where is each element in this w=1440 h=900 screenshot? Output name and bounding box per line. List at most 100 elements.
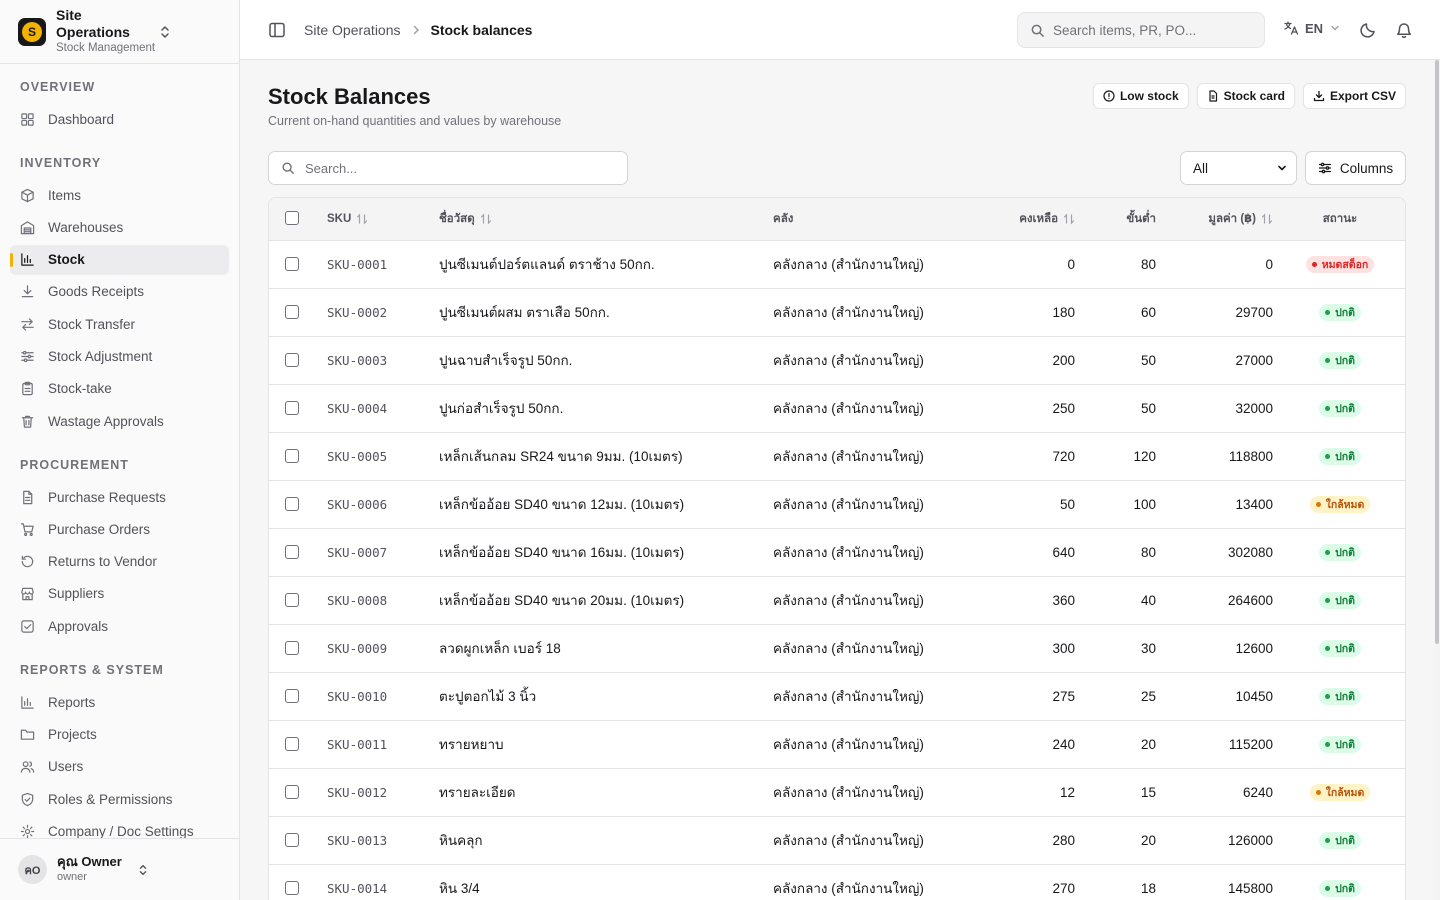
sidebar-item-warehouses[interactable]: Warehouses <box>10 212 229 242</box>
sidebar-item-company-doc-settings[interactable]: Company / Doc Settings <box>10 816 229 838</box>
row-checkbox[interactable] <box>285 688 299 703</box>
sidebar-item-items[interactable]: Items <box>10 180 229 210</box>
sidebar-item-purchase-requests[interactable]: Purchase Requests <box>10 482 229 512</box>
table-row[interactable]: SKU-0002 ปูนซีเมนต์ผสม ตราเสือ 50กก. คลั… <box>269 288 1405 337</box>
status-filter-select[interactable]: All <box>1180 151 1297 185</box>
export-csv-button[interactable]: Export CSV <box>1302 83 1406 109</box>
low-stock-button[interactable]: Low stock <box>1092 83 1189 109</box>
table-row[interactable]: SKU-0003 ปูนฉาบสำเร็จรูป 50กก. คลังกลาง … <box>269 336 1405 385</box>
table-search-input[interactable]: Search... <box>268 151 628 185</box>
chevron-up-down-icon[interactable] <box>136 863 150 877</box>
row-checkbox[interactable] <box>285 832 299 847</box>
moon-icon[interactable] <box>1359 21 1377 39</box>
sort-onhand-header[interactable]: คงเหลือ <box>1019 210 1075 228</box>
table-row[interactable]: SKU-0006 เหล็กข้ออ้อย SD40 ขนาด 12มม. (1… <box>269 480 1405 529</box>
row-checkbox[interactable] <box>285 544 299 559</box>
table-row[interactable]: SKU-0004 ปูนก่อสำเร็จรูป 50กก. คลังกลาง … <box>269 384 1405 433</box>
sidebar-item-roles-permissions[interactable]: Roles & Permissions <box>10 784 229 814</box>
sku-cell: SKU-0010 <box>327 688 388 704</box>
row-checkbox[interactable] <box>285 256 299 271</box>
status-dot <box>1315 502 1321 507</box>
sidebar-item-wastage-approvals[interactable]: Wastage Approvals <box>10 406 229 436</box>
sidebar-nav: OVERVIEW Dashboard INVENTORY Items Warehouse… <box>0 64 239 838</box>
sidebar-item-users[interactable]: Users <box>10 752 229 782</box>
sidebar-item-stock[interactable]: Stock <box>10 244 229 275</box>
chevron-up-down-icon[interactable] <box>157 24 173 40</box>
table-row[interactable]: SKU-0005 เหล็กเส้นกลม SR24 ขนาด 9มม. (10… <box>269 432 1405 481</box>
sidebar-item-stock-adjustment[interactable]: Stock Adjustment <box>10 341 229 371</box>
language-switcher[interactable]: EN <box>1283 20 1341 36</box>
sort-sku-header[interactable]: SKU <box>327 213 368 225</box>
stock-card-button[interactable]: Stock card <box>1196 83 1295 109</box>
sidebar-item-reports[interactable]: Reports <box>10 687 229 717</box>
on-hand-cell: 275 <box>1052 688 1075 704</box>
row-checkbox[interactable] <box>285 448 299 463</box>
sidebar-item-projects[interactable]: Projects <box>10 720 229 750</box>
table-row[interactable]: SKU-0012 ทรายละเอียด คลังกลาง (สำนักงานใ… <box>269 768 1405 817</box>
nav-section-title: OVERVIEW <box>20 80 96 94</box>
sort-value-header[interactable]: มูลค่า (฿) <box>1208 210 1273 228</box>
row-checkbox[interactable] <box>285 640 299 655</box>
sidebar-item-label: Stock Adjustment <box>48 348 153 364</box>
value-cell: 32000 <box>1235 400 1273 416</box>
status-badge: ใกล้หมด <box>1309 784 1371 801</box>
sidebar-toggle-icon[interactable] <box>268 21 286 39</box>
row-checkbox[interactable] <box>285 880 299 895</box>
columns-button[interactable]: Columns <box>1305 151 1406 185</box>
value-cell: 302080 <box>1227 544 1273 560</box>
value-cell: 118800 <box>1228 448 1273 464</box>
sidebar-item-label: Stock <box>48 252 85 268</box>
table-row[interactable]: SKU-0001 ปูนซีเมนต์ปอร์ตแลนด์ ตราช้าง 50… <box>269 240 1405 289</box>
sku-cell: SKU-0006 <box>327 496 388 512</box>
row-checkbox[interactable] <box>285 784 299 799</box>
row-checkbox[interactable] <box>285 592 299 607</box>
sidebar-item-returns-to-vendor[interactable]: Returns to Vendor <box>10 547 229 577</box>
sidebar-item-goods-receipts[interactable]: Goods Receipts <box>10 277 229 307</box>
scrollbar-thumb[interactable] <box>1435 60 1439 644</box>
row-checkbox[interactable] <box>285 352 299 367</box>
sidebar-item-stock-take[interactable]: Stock-take <box>10 374 229 404</box>
sort-icon <box>1063 213 1075 225</box>
warehouse-cell: คลังกลาง (สำนักงานใหญ่) <box>773 833 924 848</box>
page-scrollbar[interactable] <box>1434 60 1440 900</box>
sidebar-item-label: Suppliers <box>48 586 105 602</box>
warehouse-cell: คลังกลาง (สำนักงานใหญ่) <box>773 401 924 416</box>
bell-icon[interactable] <box>1395 21 1413 39</box>
status-badge: ปกติ <box>1319 688 1361 705</box>
file-text-icon <box>1209 90 1217 102</box>
table-row[interactable]: SKU-0011 ทรายหยาบ คลังกลาง (สำนักงานใหญ่… <box>269 720 1405 769</box>
user-menu[interactable]: คO คุณ Owner owner <box>0 838 239 900</box>
table-row[interactable]: SKU-0014 หิน 3/4 คลังกลาง (สำนักงานใหญ่)… <box>269 864 1405 900</box>
table-row[interactable]: SKU-0013 หินคลุก คลังกลาง (สำนักงานใหญ่)… <box>269 816 1405 865</box>
status-label: ปกติ <box>1335 643 1355 655</box>
breadcrumb-root[interactable]: Site Operations <box>304 22 401 38</box>
stock-table: SKU ชื่อวัสดุ คลัง คงเหลือ ขั้นต่ำ มูลค่… <box>268 197 1406 900</box>
sidebar-item-purchase-orders[interactable]: Purchase Orders <box>10 514 229 544</box>
sidebar-item-stock-transfer[interactable]: Stock Transfer <box>10 309 229 339</box>
table-row[interactable]: SKU-0008 เหล็กข้ออ้อย SD40 ขนาด 20มม. (1… <box>269 576 1405 625</box>
value-cell: 115200 <box>1228 736 1273 752</box>
on-hand-cell: 50 <box>1059 496 1075 512</box>
sidebar-item-approvals[interactable]: Approvals <box>10 611 229 641</box>
sidebar-item-suppliers[interactable]: Suppliers <box>10 579 229 609</box>
on-hand-cell: 12 <box>1059 784 1075 800</box>
item-name-cell: ปูนฉาบสำเร็จรูป 50กก. <box>439 353 573 368</box>
global-search-placeholder: Search items, PR, PO... <box>1053 22 1197 38</box>
table-row[interactable]: SKU-0010 ตะปูตอกไม้ 3 นิ้ว คลังกลาง (สำน… <box>269 672 1405 721</box>
select-all-checkbox[interactable] <box>285 211 299 226</box>
global-search-input[interactable]: Search items, PR, PO... <box>1017 12 1265 48</box>
breadcrumb-current: Stock balances <box>430 21 533 38</box>
row-checkbox[interactable] <box>285 304 299 319</box>
status-label: ปกติ <box>1335 403 1355 415</box>
status-badge: ปกติ <box>1319 736 1361 753</box>
row-checkbox[interactable] <box>285 736 299 751</box>
workspace-switcher[interactable]: S Site Operations Stock Management <box>0 0 239 64</box>
table-row[interactable]: SKU-0009 ลวดผูกเหล็ก เบอร์ 18 คลังกลาง (… <box>269 624 1405 673</box>
table-row[interactable]: SKU-0007 เหล็กข้ออ้อย SD40 ขนาด 16มม. (1… <box>269 528 1405 577</box>
sort-name-header[interactable]: ชื่อวัสดุ <box>439 210 492 228</box>
row-checkbox[interactable] <box>285 496 299 511</box>
status-label: หมดสต็อก <box>1321 259 1369 271</box>
warehouse-cell: คลังกลาง (สำนักงานใหญ่) <box>773 881 924 896</box>
row-checkbox[interactable] <box>285 400 299 415</box>
sidebar-item-dashboard[interactable]: Dashboard <box>10 104 229 134</box>
